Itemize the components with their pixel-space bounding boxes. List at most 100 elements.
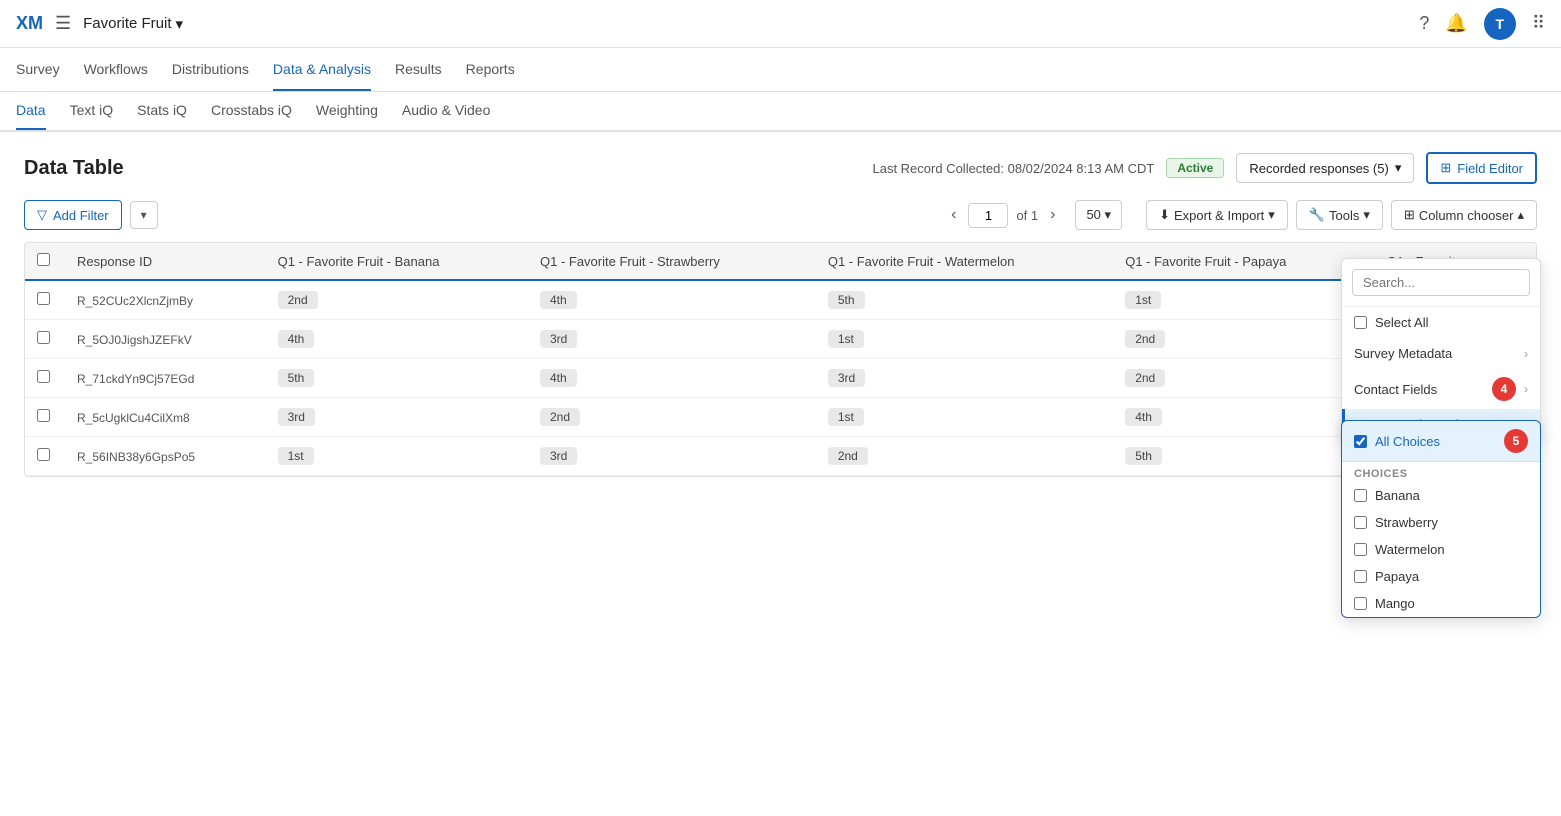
q1-choice-item[interactable]: Mango bbox=[1342, 590, 1540, 617]
chevron-down-icon: ▾ bbox=[176, 15, 184, 33]
col-watermelon: Q1 - Favorite Fruit - Watermelon bbox=[816, 243, 1113, 280]
contact-fields-item[interactable]: Contact Fields 4 › bbox=[1342, 369, 1540, 409]
toolbar-right: ⬇ Export & Import ▾ 🔧 Tools ▾ ⊞ Column c… bbox=[1146, 200, 1537, 230]
download-icon: ⬇ bbox=[1159, 207, 1170, 223]
choice-checkbox[interactable] bbox=[1354, 543, 1367, 556]
dt-header-right: Last Record Collected: 08/02/2024 8:13 A… bbox=[872, 152, 1537, 184]
apps-grid-icon[interactable]: ⠿ bbox=[1532, 13, 1545, 34]
select-all-checkbox[interactable] bbox=[37, 253, 50, 266]
survey-metadata-item[interactable]: Survey Metadata › bbox=[1342, 338, 1540, 369]
q1-choice-item[interactable]: Banana bbox=[1342, 482, 1540, 509]
recorded-responses-button[interactable]: Recorded responses (5) ▾ bbox=[1236, 153, 1414, 183]
all-choices-label: All Choices bbox=[1375, 434, 1440, 449]
field-editor-button[interactable]: ⊞ Field Editor bbox=[1426, 152, 1537, 184]
tools-icon: 🔧 bbox=[1309, 207, 1325, 223]
add-filter-button[interactable]: ▽ Add Filter bbox=[24, 200, 122, 230]
row-checkbox[interactable] bbox=[37, 292, 50, 305]
table-row: R_56INB38y6GpsPo5 1st 3rd 2nd 5th th ··· bbox=[25, 437, 1536, 476]
step5-badge: 5 bbox=[1504, 429, 1528, 453]
survey-name[interactable]: Favorite Fruit ▾ bbox=[83, 15, 183, 33]
export-import-button[interactable]: ⬇ Export & Import ▾ bbox=[1146, 200, 1288, 230]
tools-button[interactable]: 🔧 Tools ▾ bbox=[1296, 200, 1383, 230]
page-input[interactable] bbox=[968, 203, 1008, 228]
content-area: Data Table Last Record Collected: 08/02/… bbox=[0, 132, 1561, 497]
banana-cell: 1st bbox=[266, 437, 528, 476]
table-row: R_5OJ0JigshJZEFkV 4th 3rd 1st 2nd ··· bbox=[25, 320, 1536, 359]
response-id-cell: R_56INB38y6GpsPo5 bbox=[65, 437, 266, 476]
q1-choice-item[interactable]: Strawberry bbox=[1342, 509, 1540, 536]
row-checkbox[interactable] bbox=[37, 448, 50, 461]
nav-reports[interactable]: Reports bbox=[466, 49, 515, 91]
hamburger-menu[interactable]: ☰ bbox=[55, 13, 71, 34]
watermelon-cell: 1st bbox=[816, 320, 1113, 359]
banana-cell: 5th bbox=[266, 359, 528, 398]
data-table: Response ID Q1 - Favorite Fruit - Banana… bbox=[24, 242, 1537, 477]
columns-icon: ⊞ bbox=[1404, 207, 1415, 223]
row-checkbox[interactable] bbox=[37, 331, 50, 344]
watermelon-cell: 3rd bbox=[816, 359, 1113, 398]
banana-cell: 4th bbox=[266, 320, 528, 359]
select-all-item[interactable]: Select All bbox=[1342, 307, 1540, 338]
select-all-header[interactable] bbox=[25, 243, 65, 280]
user-avatar[interactable]: T bbox=[1484, 8, 1516, 40]
filter-icon: ▽ bbox=[37, 207, 47, 223]
choice-label: Mango bbox=[1375, 596, 1415, 611]
page-total: of 1 bbox=[1016, 208, 1038, 223]
row-checkbox-cell[interactable] bbox=[25, 320, 65, 359]
results-table: Response ID Q1 - Favorite Fruit - Banana… bbox=[25, 243, 1536, 476]
row-checkbox-cell[interactable] bbox=[25, 359, 65, 398]
row-checkbox[interactable] bbox=[37, 370, 50, 383]
all-choices-checkbox[interactable] bbox=[1354, 435, 1367, 448]
row-checkbox-cell[interactable] bbox=[25, 280, 65, 320]
subnav-crosstabs-iq[interactable]: Crosstabs iQ bbox=[211, 92, 292, 130]
subnav-weighting[interactable]: Weighting bbox=[316, 92, 378, 130]
filter-dropdown-button[interactable]: ▾ bbox=[130, 201, 158, 229]
col-response-id: Response ID bbox=[65, 243, 266, 280]
nav-survey[interactable]: Survey bbox=[16, 49, 60, 91]
papaya-cell: 2nd bbox=[1113, 359, 1374, 398]
active-badge: Active bbox=[1166, 158, 1224, 178]
row-checkbox[interactable] bbox=[37, 409, 50, 422]
subnav-audio-video[interactable]: Audio & Video bbox=[402, 92, 490, 130]
q1-choice-item[interactable]: Watermelon bbox=[1342, 536, 1540, 563]
row-checkbox-cell[interactable] bbox=[25, 398, 65, 437]
all-choices-item[interactable]: All Choices 5 bbox=[1342, 421, 1540, 462]
subnav-stats-iq[interactable]: Stats iQ bbox=[137, 92, 187, 130]
response-id-cell: R_52CUc2XlcnZjmBy bbox=[65, 280, 266, 320]
nav-data-analysis[interactable]: Data & Analysis bbox=[273, 49, 371, 91]
table-body: R_52CUc2XlcnZjmBy 2nd 4th 5th 1st 3 ··· … bbox=[25, 280, 1536, 476]
column-chooser-button[interactable]: ⊞ Column chooser ▴ bbox=[1391, 200, 1537, 230]
subnav-text-iq[interactable]: Text iQ bbox=[70, 92, 114, 130]
prev-page-button[interactable]: ‹ bbox=[947, 202, 960, 228]
choice-checkbox[interactable] bbox=[1354, 516, 1367, 529]
chevron-down-icon: ▾ bbox=[1395, 160, 1402, 176]
sub-nav: Data Text iQ Stats iQ Crosstabs iQ Weigh… bbox=[0, 92, 1561, 132]
nav-results[interactable]: Results bbox=[395, 49, 442, 91]
column-search-area bbox=[1342, 259, 1540, 307]
select-all-label: Select All bbox=[1375, 315, 1428, 330]
q1-choices-list: Banana StrawberryWatermelonPapaya Mango bbox=[1342, 482, 1540, 617]
nav-distributions[interactable]: Distributions bbox=[172, 49, 249, 91]
papaya-cell: 1st bbox=[1113, 280, 1374, 320]
choice-label: Banana bbox=[1375, 488, 1420, 503]
per-page-button[interactable]: 50 ▾ bbox=[1075, 200, 1122, 230]
column-search-input[interactable] bbox=[1352, 269, 1530, 296]
col-strawberry: Q1 - Favorite Fruit - Strawberry bbox=[528, 243, 816, 280]
banana-cell: 3rd bbox=[266, 398, 528, 437]
recorded-responses-label: Recorded responses (5) bbox=[1249, 161, 1388, 176]
watermelon-cell: 2nd bbox=[816, 437, 1113, 476]
help-icon[interactable]: ? bbox=[1419, 13, 1429, 34]
row-checkbox-cell[interactable] bbox=[25, 437, 65, 476]
subnav-data[interactable]: Data bbox=[16, 92, 46, 130]
nav-workflows[interactable]: Workflows bbox=[84, 49, 148, 91]
table-row: R_5cUgklCu4CilXm8 3rd 2nd 1st 4th th ··· bbox=[25, 398, 1536, 437]
field-editor-icon: ⊞ bbox=[1440, 160, 1451, 176]
select-all-column-checkbox[interactable] bbox=[1354, 316, 1367, 329]
choice-checkbox[interactable] bbox=[1354, 597, 1367, 610]
choice-checkbox[interactable] bbox=[1354, 489, 1367, 502]
export-import-label: Export & Import bbox=[1174, 208, 1264, 223]
choice-checkbox[interactable] bbox=[1354, 570, 1367, 583]
next-page-button[interactable]: › bbox=[1046, 202, 1059, 228]
bell-icon[interactable]: 🔔 bbox=[1445, 13, 1467, 34]
q1-choice-item[interactable]: Papaya bbox=[1342, 563, 1540, 590]
